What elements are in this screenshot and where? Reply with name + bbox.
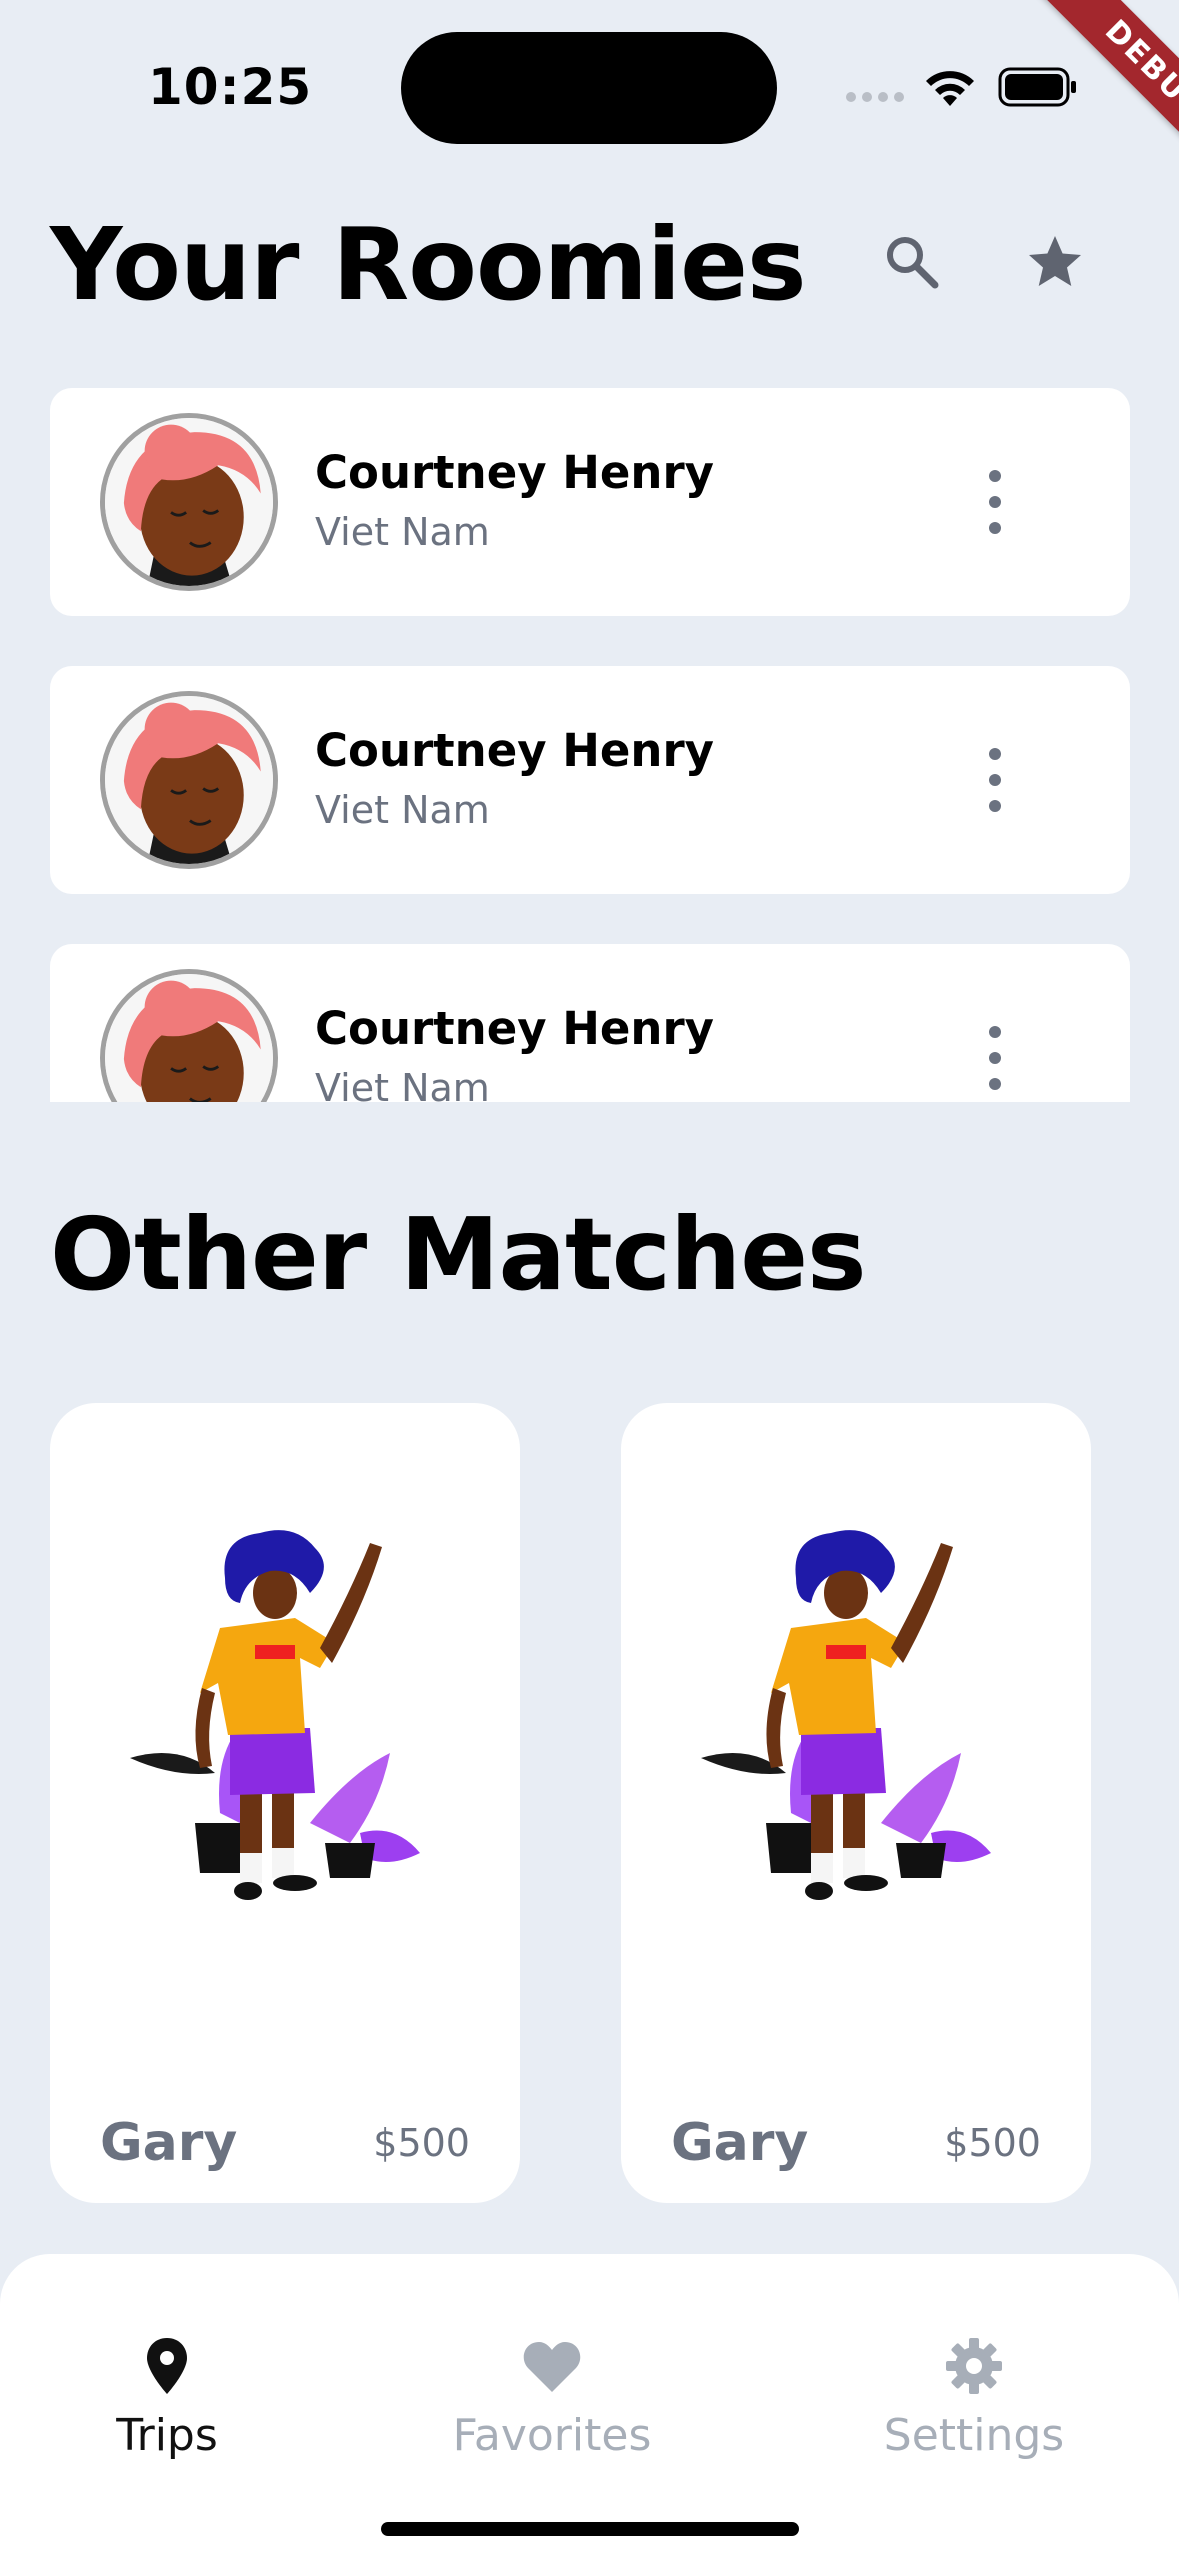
roomies-list[interactable]: Courtney Henry Viet Nam Courtney Henry V… bbox=[50, 388, 1130, 1102]
roomie-card[interactable]: Courtney Henry Viet Nam bbox=[50, 388, 1130, 616]
roomie-card[interactable]: Courtney Henry Viet Nam bbox=[50, 944, 1130, 1102]
roomie-location: Viet Nam bbox=[315, 510, 490, 554]
heart-icon bbox=[523, 2342, 581, 2392]
page-title: Your Roomies bbox=[50, 206, 806, 323]
match-price: $500 bbox=[373, 2121, 470, 2165]
roomie-card[interactable]: Courtney Henry Viet Nam bbox=[50, 666, 1130, 894]
roomie-location: Viet Nam bbox=[315, 788, 490, 832]
roomie-location: Viet Nam bbox=[315, 1066, 490, 1102]
section-title-other-matches: Other Matches bbox=[50, 1196, 867, 1313]
avatar bbox=[100, 691, 278, 869]
person-waving-illustration bbox=[701, 1530, 991, 1900]
dynamic-island bbox=[401, 32, 777, 144]
status-time: 10:25 bbox=[148, 58, 313, 116]
match-name: Gary bbox=[100, 2113, 238, 2173]
roomie-name: Courtney Henry bbox=[315, 1002, 714, 1055]
nav-item-trips[interactable]: Trips bbox=[37, 2334, 297, 2461]
more-options-icon[interactable] bbox=[980, 470, 1010, 534]
match-card[interactable]: Gary $500 bbox=[621, 1403, 1091, 2203]
match-name: Gary bbox=[671, 2113, 809, 2173]
status-bar: 10:25 bbox=[0, 0, 1179, 160]
avatar bbox=[100, 413, 278, 591]
home-indicator bbox=[381, 2522, 799, 2536]
more-options-icon[interactable] bbox=[980, 1026, 1010, 1090]
nav-label: Settings bbox=[883, 2410, 1065, 2461]
battery-icon bbox=[998, 67, 1076, 107]
person-waving-illustration bbox=[130, 1530, 420, 1900]
match-card[interactable]: Gary $500 bbox=[50, 1403, 520, 2203]
nav-label: Favorites bbox=[452, 2410, 652, 2461]
roomie-name: Courtney Henry bbox=[315, 446, 714, 499]
match-price: $500 bbox=[944, 2121, 1041, 2165]
nav-item-favorites[interactable]: Favorites bbox=[422, 2334, 682, 2461]
search-icon[interactable] bbox=[882, 232, 942, 292]
more-options-icon[interactable] bbox=[980, 748, 1010, 812]
cellular-signal-icon bbox=[846, 92, 904, 106]
wifi-icon bbox=[926, 71, 974, 106]
gear-icon bbox=[946, 2338, 1002, 2394]
roomie-name: Courtney Henry bbox=[315, 724, 714, 777]
bottom-nav: Trips Favorites Settings bbox=[0, 2254, 1179, 2556]
map-pin-icon bbox=[147, 2338, 187, 2394]
star-icon[interactable] bbox=[1025, 232, 1085, 292]
avatar bbox=[100, 969, 278, 1102]
nav-item-settings[interactable]: Settings bbox=[844, 2334, 1104, 2461]
nav-label: Trips bbox=[116, 2410, 218, 2461]
